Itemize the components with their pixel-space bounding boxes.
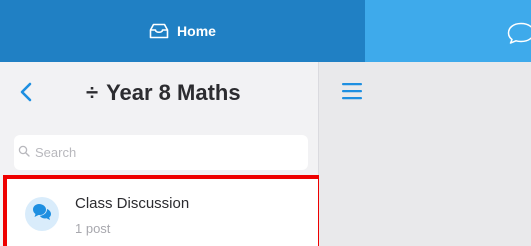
search-input[interactable] — [33, 144, 297, 161]
inbox-icon — [149, 23, 169, 39]
chat-bubble-icon — [507, 22, 531, 49]
divide-icon: ÷ — [86, 80, 99, 105]
tab-home-label: Home — [177, 23, 216, 39]
search-box[interactable] — [14, 135, 308, 170]
channel-list-pane: ÷ Year 8 Maths Class Discussion 1 post — [0, 62, 322, 246]
list-item-title: Class Discussion — [75, 195, 190, 212]
back-button[interactable] — [16, 82, 36, 106]
top-tab-bar: Home — [0, 0, 531, 62]
chevron-left-icon — [20, 82, 32, 107]
tab-discussions[interactable] — [365, 0, 531, 62]
page-title: ÷ Year 8 Maths — [86, 80, 241, 106]
page-title-text: Year 8 Maths — [106, 80, 241, 105]
list-item-subtitle: 1 post — [75, 221, 111, 236]
hamburger-menu-icon — [341, 83, 363, 106]
nav-header: ÷ Year 8 Maths — [0, 62, 318, 128]
discussion-icon — [32, 203, 52, 226]
detail-pane — [319, 62, 531, 246]
avatar — [25, 197, 59, 231]
search-icon — [18, 144, 30, 162]
menu-button[interactable] — [341, 80, 363, 102]
tab-home[interactable]: Home — [0, 0, 365, 62]
list-item-class-discussion[interactable]: Class Discussion 1 post — [3, 175, 322, 246]
